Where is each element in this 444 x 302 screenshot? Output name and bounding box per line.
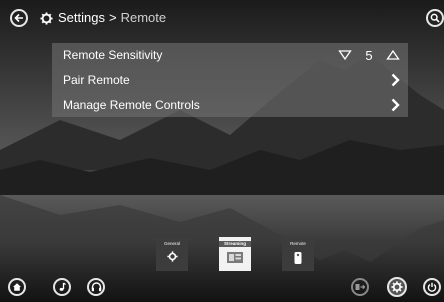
sensitivity-value: 5 (365, 47, 373, 63)
search-icon (430, 13, 440, 23)
remote-settings-menu: Remote Sensitivity 5 Pair Remote Manage … (52, 43, 408, 117)
settings-category-tiles: General Streaming Remote (0, 237, 444, 273)
tile-label: Remote (290, 241, 306, 246)
chevron-right-icon (391, 98, 400, 112)
menu-item-remote-sensitivity: Remote Sensitivity 5 (52, 43, 408, 67)
screen-background: Settings > Remote Remote Sensitivity 5 P… (0, 0, 444, 302)
decrease-triangle-icon[interactable] (338, 49, 352, 61)
breadcrumb-section[interactable]: Settings (58, 9, 105, 27)
tile-label: Streaming (219, 241, 251, 247)
tile-label: General (163, 241, 180, 246)
menu-item-label: Manage Remote Controls (63, 98, 200, 112)
headphones-icon (91, 282, 101, 292)
menu-item-manage-remote-controls[interactable]: Manage Remote Controls (52, 93, 408, 117)
settings-button[interactable] (387, 277, 407, 297)
input-source-icon (355, 284, 365, 290)
top-bar: Settings > Remote (0, 0, 444, 36)
home-button[interactable] (8, 278, 26, 296)
gear-icon (166, 251, 178, 262)
tile-streaming[interactable]: Streaming (219, 237, 251, 271)
tile-general[interactable]: General (156, 237, 188, 271)
gear-icon (391, 281, 403, 293)
back-arrow-icon (14, 13, 23, 23)
music-button[interactable] (53, 278, 71, 296)
streaming-icon (227, 252, 243, 263)
home-icon (13, 283, 21, 291)
menu-item-pair-remote[interactable]: Pair Remote (52, 68, 408, 92)
back-button[interactable] (10, 9, 28, 27)
chevron-right-icon (391, 73, 400, 87)
menu-item-label: Pair Remote (63, 73, 130, 87)
input-source-button[interactable] (351, 278, 369, 296)
increase-triangle-icon[interactable] (386, 49, 400, 61)
power-icon (427, 282, 437, 292)
gear-icon (40, 11, 53, 25)
power-button[interactable] (423, 278, 441, 296)
search-button[interactable] (426, 9, 444, 27)
bottom-bar (0, 276, 444, 302)
music-note-icon (59, 282, 66, 291)
remote-icon (294, 252, 302, 264)
breadcrumb-separator: > (108, 10, 117, 25)
tile-remote[interactable]: Remote (282, 237, 314, 271)
breadcrumb: Settings > Remote (40, 9, 166, 27)
headphones-button[interactable] (87, 278, 105, 296)
sensitivity-stepper: 5 (338, 43, 400, 67)
breadcrumb-current: Remote (120, 10, 167, 25)
